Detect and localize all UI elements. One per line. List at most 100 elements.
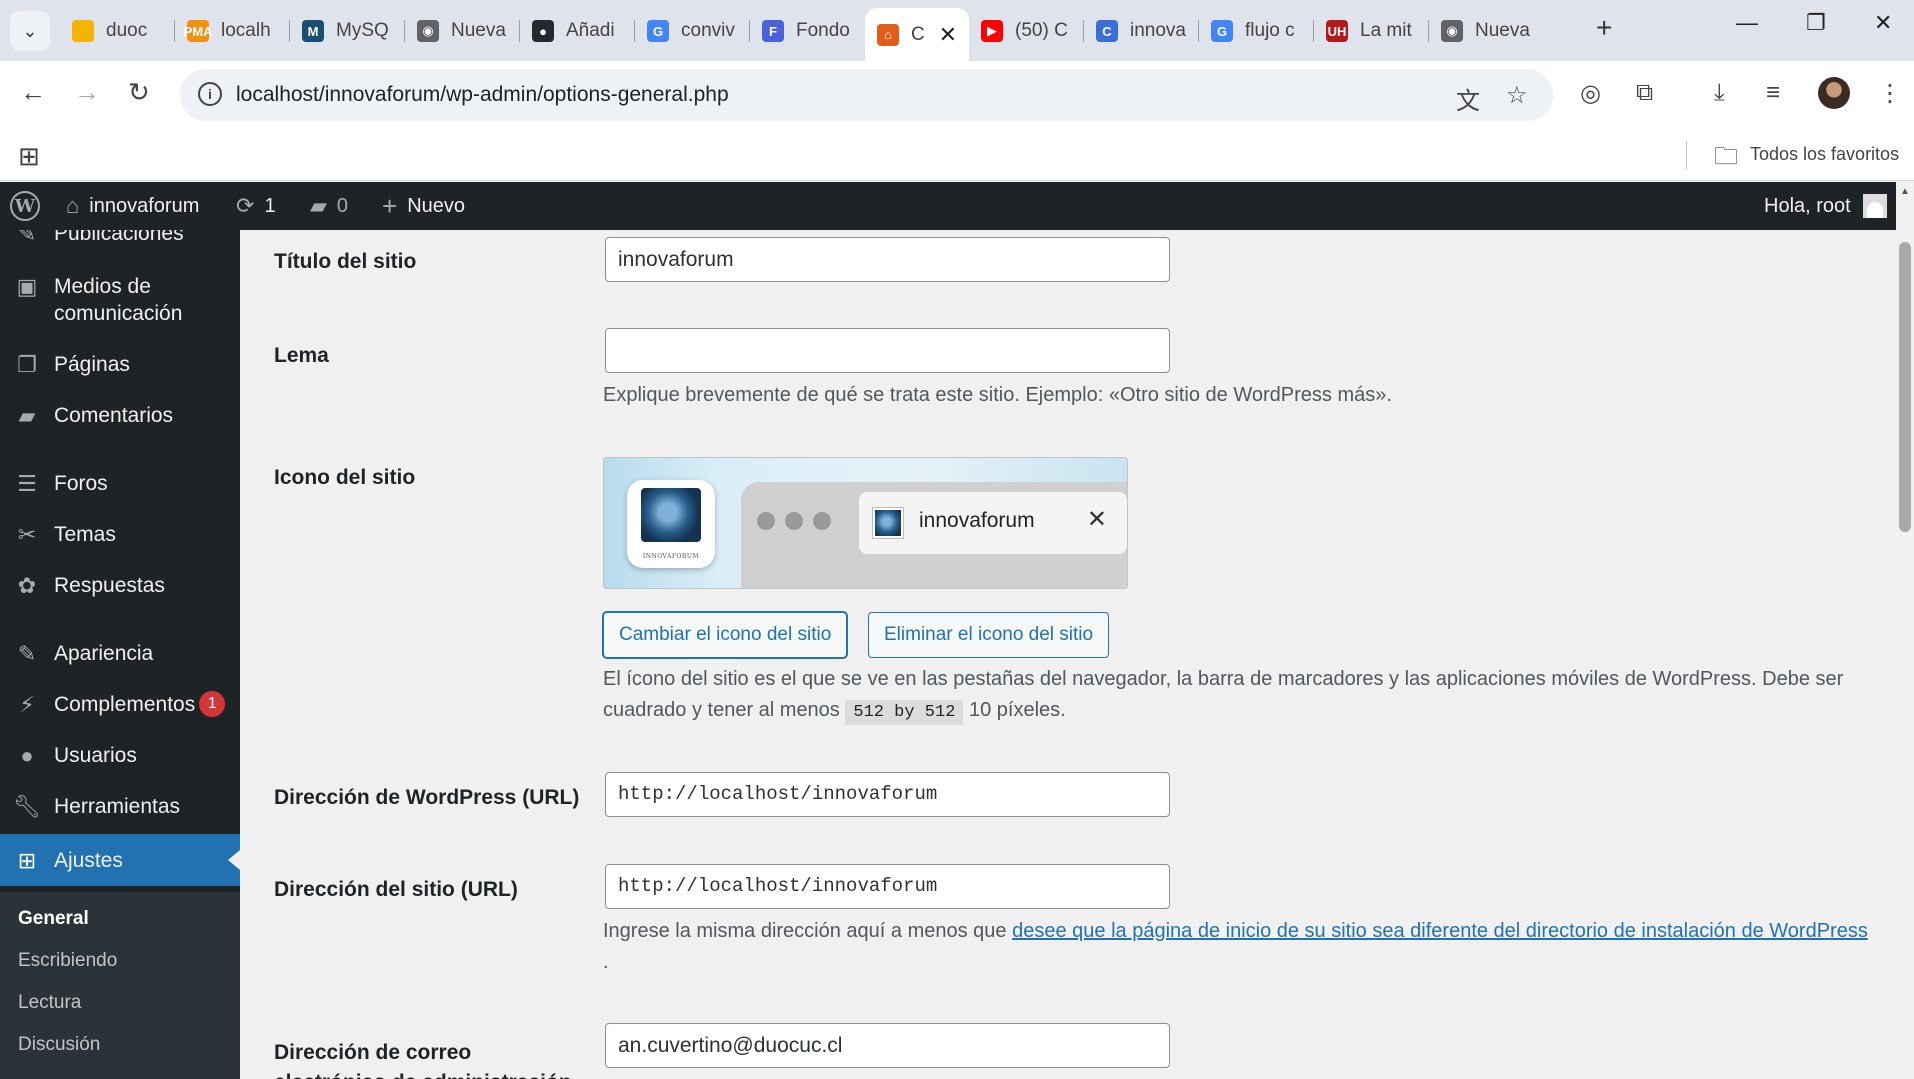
bookmark-star-icon[interactable]: ☆ <box>1506 81 1528 110</box>
wordpress-logo-icon: W <box>10 191 40 221</box>
tab-favicon-icon: UH <box>1326 20 1348 42</box>
settings-submenu: General Escribiendo Lectura Discusión <box>0 892 240 1079</box>
all-bookmarks-link[interactable]: Todos los favoritos <box>1750 144 1899 165</box>
menu-label: Ajustes <box>54 848 123 872</box>
site-url-desc-text: Ingrese la misma dirección aquí a menos … <box>603 920 1007 942</box>
browser-tab[interactable]: duoc <box>60 8 175 54</box>
media-icon: ▣ <box>16 274 38 299</box>
extension-icon[interactable]: ◎ <box>1580 79 1601 108</box>
window-dot <box>757 512 775 530</box>
reload-button[interactable]: ↻ <box>128 77 150 108</box>
admin-email-input[interactable]: an.cuvertino@duocuc.cl <box>605 1023 1170 1068</box>
menu-item-replies[interactable]: ✿ Respuestas <box>0 572 240 599</box>
menu-item-comments[interactable]: ▰ Comentarios <box>0 402 240 429</box>
tab-title: Nueva <box>451 20 506 41</box>
menu-item-pages[interactable]: ❐ Páginas <box>0 351 240 378</box>
plugins-icon: ⚡ <box>19 692 35 717</box>
submenu-reading[interactable]: Lectura <box>18 992 81 1014</box>
menu-item-settings[interactable]: ⊞ Ajustes <box>0 834 240 886</box>
new-content-menu[interactable]: + Nuevo <box>382 182 465 230</box>
profile-avatar[interactable] <box>1818 77 1850 109</box>
browser-tab[interactable]: Gflujo c <box>1199 8 1314 54</box>
menu-label: Medios de comunicación <box>54 275 183 325</box>
comments-menu[interactable]: ▰ 0 <box>310 182 348 230</box>
tagline-input[interactable] <box>605 328 1170 373</box>
greeting-label: Hola, root <box>1764 194 1851 217</box>
browser-tab[interactable]: ◉ Nueva <box>1429 8 1544 54</box>
wp-logo-menu[interactable]: W <box>10 182 40 230</box>
scroll-up-arrow-icon[interactable]: ▲ <box>1900 186 1910 197</box>
menu-item-posts[interactable]: ✎ Publicaciones <box>0 230 240 247</box>
close-tab-icon[interactable]: ✕ <box>939 22 957 48</box>
menu-kebab-icon[interactable]: ⋮ <box>1878 79 1902 108</box>
translate-icon[interactable]: 文 <box>1456 81 1480 116</box>
address-bar[interactable]: i localhost/innovaforum/wp-admin/options… <box>180 69 1553 121</box>
back-button[interactable]: ← <box>20 77 46 108</box>
browser-tab[interactable]: F Fondo <box>750 8 865 54</box>
updates-count: 1 <box>264 194 276 217</box>
site-url-desc-end: . <box>603 951 609 973</box>
my-account-menu[interactable]: Hola, root <box>1764 182 1887 230</box>
site-title-input[interactable]: innovaforum <box>605 237 1170 282</box>
forward-button[interactable]: → <box>74 77 100 108</box>
scrollbar-thumb[interactable] <box>1899 242 1911 532</box>
submenu-discussion[interactable]: Discusión <box>18 1034 100 1056</box>
site-url-description: Ingrese la misma dirección aquí a menos … <box>603 916 1873 978</box>
browser-tab[interactable]: ◉ Nueva <box>405 8 520 54</box>
site-info-icon[interactable]: i <box>198 82 222 106</box>
site-name-menu[interactable]: ⌂ innovaforum <box>66 182 199 230</box>
browser-tab[interactable]: PMA localh <box>175 8 290 54</box>
browser-tab[interactable]: UH La mit <box>1314 8 1429 54</box>
remove-site-icon-button[interactable]: Eliminar el icono del sitio <box>868 612 1110 658</box>
browser-tab[interactable]: ● Añadi <box>520 8 635 54</box>
wp-url-input[interactable]: http://localhost/innovaforum <box>605 772 1170 817</box>
browser-tab[interactable]: Cinnova <box>1084 8 1199 54</box>
menu-label: Usuarios <box>54 744 137 767</box>
restore-button[interactable]: ❐ <box>1806 10 1826 36</box>
menu-item-topics[interactable]: ✂ Temas <box>0 521 240 548</box>
tools-icon: 🔧︎ <box>13 794 41 819</box>
submenu-general[interactable]: General <box>18 908 89 930</box>
new-tab-button[interactable]: + <box>1596 12 1612 44</box>
tab-favicon-icon: G <box>1211 20 1233 42</box>
folder-icon[interactable]: 🗀 <box>1714 139 1738 180</box>
site-url-help-link[interactable]: desee que la página de inicio de su siti… <box>1012 920 1868 942</box>
download-icon[interactable]: ⤓ <box>1714 79 1725 107</box>
updates-icon: ⟳ <box>236 193 255 218</box>
tab-favicon-icon: ⌂ <box>877 23 899 46</box>
browser-tab[interactable]: ▶ (50) C <box>969 8 1084 54</box>
menu-item-tools[interactable]: 🔧︎ Herramientas <box>0 793 240 820</box>
tab-search-button[interactable]: ⌄ <box>10 11 50 51</box>
site-icon-label: Icono del sitio <box>274 466 416 489</box>
url-text[interactable]: localhost/innovaforum/wp-admin/options-g… <box>236 83 729 107</box>
browser-tab-preview: innovaforum ✕ <box>859 492 1127 554</box>
close-window-button[interactable]: ✕ <box>1874 10 1892 36</box>
browser-tab[interactable]: Gconviv <box>635 8 750 54</box>
browser-tab[interactable]: ⌂ C ✕ <box>865 8 969 61</box>
change-site-icon-button[interactable]: Cambiar el icono del sitio <box>603 612 848 658</box>
menu-item-users[interactable]: ● Usuarios <box>0 742 240 769</box>
tab-favicon-icon: C <box>1096 20 1118 42</box>
menu-item-forums[interactable]: ☰ Foros <box>0 470 240 497</box>
apps-grid-icon[interactable]: ⊞ <box>18 141 40 172</box>
menu-item-plugins[interactable]: ⚡ Complementos 1 <box>0 691 240 718</box>
site-url-input[interactable]: http://localhost/innovaforum <box>605 864 1170 909</box>
extensions-puzzle-icon[interactable]: ⧉ <box>1636 79 1653 107</box>
media-control-icon[interactable]: ≡ <box>1766 79 1780 107</box>
submenu-writing[interactable]: Escribiendo <box>18 950 117 972</box>
minimize-button[interactable]: — <box>1736 10 1758 36</box>
tab-title: C <box>911 23 925 45</box>
admin-email-label: Dirección de correo electrónico de admin… <box>274 1041 572 1079</box>
menu-item-appearance[interactable]: ✎ Apariencia <box>0 640 240 667</box>
browser-tab[interactable]: M MySQ <box>290 8 405 54</box>
favicon-preview-icon <box>873 508 903 538</box>
menu-item-media[interactable]: ▣ Medios de comunicación <box>0 273 240 327</box>
settings-content: Título del sitio innovaforum Lema Expliq… <box>240 230 1896 1079</box>
page-scrollbar[interactable]: ▲ <box>1896 182 1914 1079</box>
tab-title: Nueva <box>1475 20 1530 41</box>
updates-menu[interactable]: ⟳ 1 <box>236 182 276 230</box>
tagline-description: Explique brevemente de qué se trata este… <box>603 384 1392 406</box>
site-icon-desc-text: El ícono del sitio es el que se ve en la… <box>603 668 1844 721</box>
close-icon: ✕ <box>1086 506 1107 533</box>
topics-icon: ✂ <box>17 522 37 547</box>
